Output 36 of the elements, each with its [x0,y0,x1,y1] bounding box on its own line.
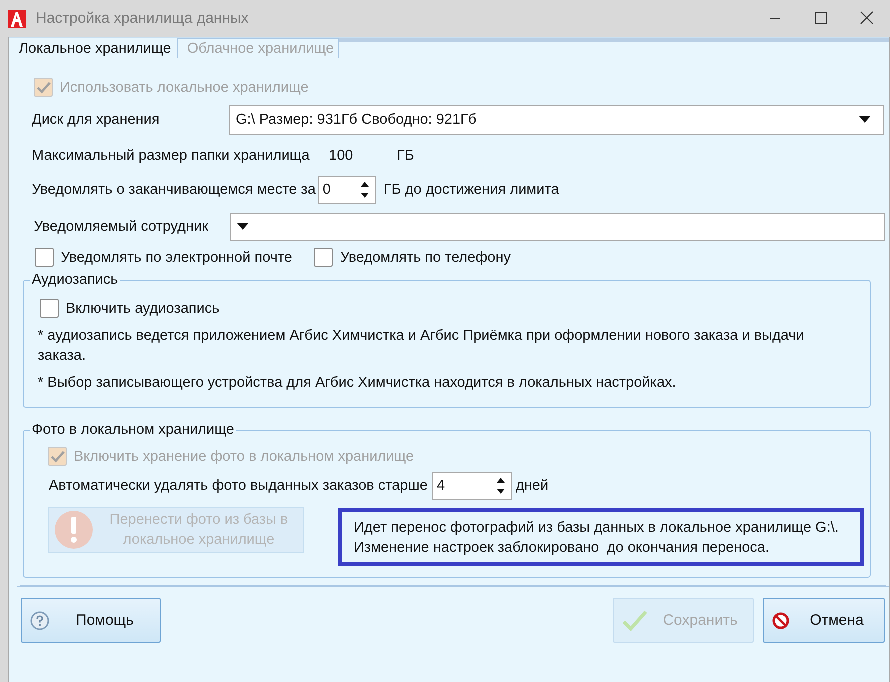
number-spinner[interactable]: 4 [432,472,512,500]
number-spinner[interactable]: 0 [318,176,376,204]
note-text: * Выбор записывающего устройства для Агбис Химчистка находится в локальных настройках. [38,374,678,393]
field-label: Максимальный размер папки хранилища [32,148,311,164]
checkbox-label: Уведомлять по электронной почте [61,250,292,266]
checkbox[interactable] [314,248,334,267]
checkbox-label: Уведомлять по телефону [340,250,511,266]
field-value: 100 [329,148,354,164]
checkbox-label: Включить аудиозапись [66,300,220,316]
prohibited-icon [772,612,790,630]
help-button[interactable]: Помощь [21,598,161,643]
checkbox[interactable] [40,299,59,318]
help-icon [30,610,50,630]
field-label: Автоматически удалять фото выданных заказов старше [49,478,428,494]
checkbox[interactable] [35,248,54,267]
group-title: Аудиозапись [32,272,118,288]
field-label: Диск для хранения [32,112,161,128]
group-title: Фото в локальном хранилище [32,422,234,438]
dropdown-caret-icon [859,116,871,124]
status-notice: Идет перенос фотографий из базы данных в локальное хранилище G:\. Изменение настроек заблокировано до окончания переноса. [338,508,864,566]
employee-dropdown[interactable] [230,213,885,241]
checkbox-label: Включить хранение фото в локальном хранилище [74,448,414,464]
unit-label: дней [516,478,549,494]
field-label: Уведомлять о заканчивающемся месте за [32,182,316,198]
note-text: * аудиозапись ведется приложением Агбис Химчистка и Агбис Приёмка при оформлении нового заказа и выдачи заказа. [38,327,806,366]
warning-icon [53,509,95,551]
unit-label: ГБ [397,148,414,164]
checkmark-icon [622,610,648,632]
disk-dropdown[interactable]: G:\ Размер: 931Гб Свободно: 921Гб [229,105,884,135]
cancel-button[interactable]: Отмена [763,598,885,643]
window-title: Настройка хранилища данных [36,10,250,27]
field-label: Уведомляемый сотрудник [34,219,210,235]
checkbox-label: Использовать локальное хранилище [60,80,309,96]
dropdown-caret-icon [237,223,249,231]
unit-label: ГБ до достижения лимита [384,182,560,198]
app-logo-icon [8,10,26,28]
